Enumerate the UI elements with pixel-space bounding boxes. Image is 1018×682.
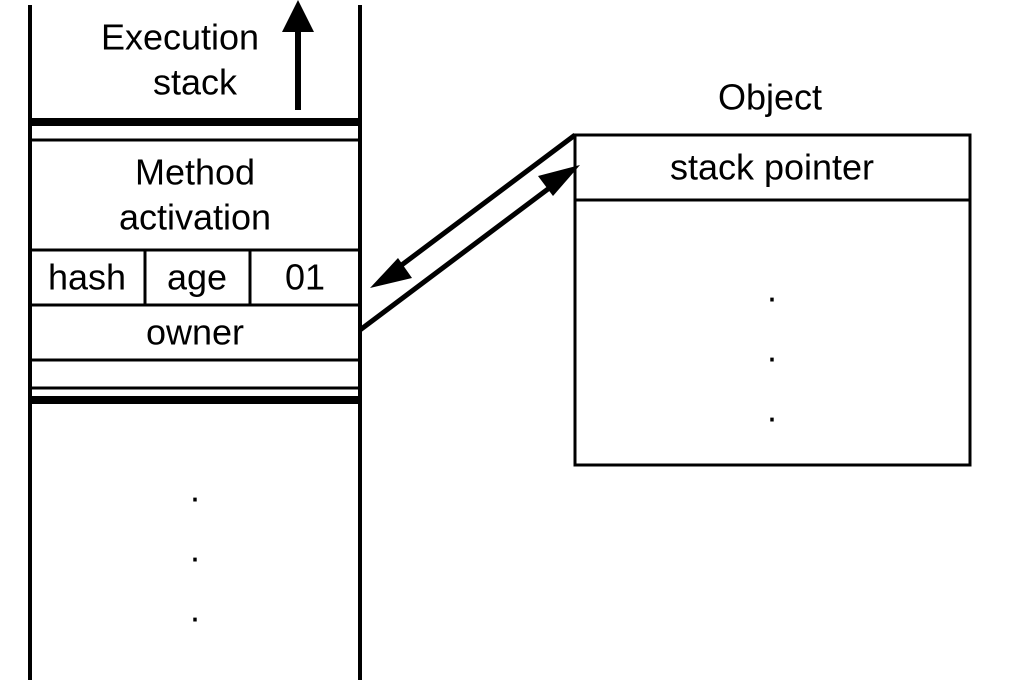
method-activation-cell: Method activation — [30, 140, 360, 250]
stack-ellipsis: · · · — [189, 477, 201, 638]
object-ellipsis: · · · — [766, 277, 778, 438]
owner-label: owner — [146, 312, 244, 353]
svg-text:·: · — [766, 337, 778, 378]
stack-slot — [30, 360, 360, 388]
object-title: Object — [718, 77, 822, 118]
stack-title-line1: Execution — [101, 17, 259, 58]
stack-title-line2: stack — [153, 62, 238, 103]
method-activation-line1: Method — [135, 152, 255, 193]
object-box: Object stack pointer · · · — [575, 77, 970, 465]
arrow-object-to-header-icon — [370, 135, 575, 288]
arrow-up-icon — [282, 0, 314, 110]
stack-title: Execution stack — [101, 17, 259, 103]
svg-text:·: · — [766, 277, 778, 318]
header-cell-flag: 01 — [285, 257, 325, 298]
header-row: hash age 01 — [30, 250, 360, 305]
svg-text:·: · — [189, 477, 201, 518]
execution-stack: Execution stack Method activation hash a… — [30, 0, 360, 680]
svg-text:·: · — [189, 597, 201, 638]
owner-cell: owner — [30, 305, 360, 360]
method-activation-line2: activation — [119, 197, 271, 238]
header-cell-age: age — [167, 257, 227, 298]
svg-text:·: · — [189, 537, 201, 578]
stack-pointer-label: stack pointer — [670, 147, 874, 188]
arrow-owner-to-pointer-icon — [360, 165, 580, 330]
svg-text:·: · — [766, 397, 778, 438]
header-cell-hash: hash — [48, 257, 126, 298]
